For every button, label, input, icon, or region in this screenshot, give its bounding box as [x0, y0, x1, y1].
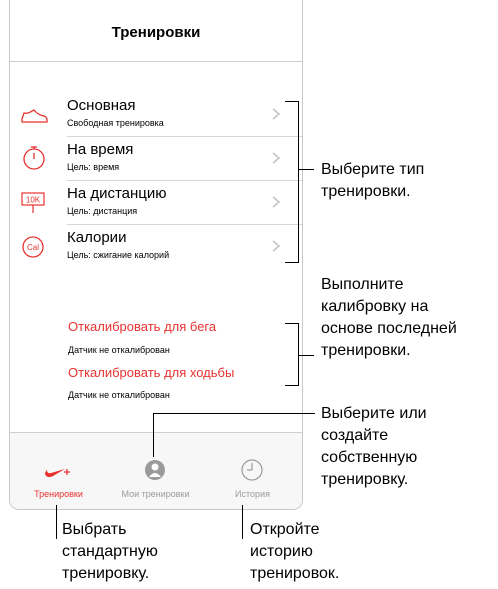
callout-line	[285, 323, 298, 324]
callout-line	[153, 413, 315, 414]
callout-line	[285, 385, 298, 386]
nav-bar: Тренировки	[10, 0, 302, 62]
history-clock-icon	[241, 459, 263, 481]
workout-subtitle: Свободная тренировка	[67, 118, 164, 128]
workout-row-calories[interactable]: Cal Калории Цель: сжигание калорий	[10, 225, 302, 268]
workout-title: Основная	[67, 97, 136, 114]
callout-line	[153, 413, 154, 457]
callout-line	[298, 169, 314, 170]
workout-subtitle: Цель: время	[67, 162, 120, 172]
tab-label: Тренировки	[34, 489, 83, 499]
shoe-icon	[21, 109, 48, 123]
annotation-choose-type: Выберите тип тренировки.	[321, 161, 425, 200]
svg-text:10K: 10K	[26, 196, 41, 205]
annotation-history: Откройте историю тренировок.	[250, 521, 340, 582]
page-title: Тренировки	[111, 24, 201, 41]
calibrate-run-link[interactable]: Откалибровать для бега	[68, 319, 216, 334]
svg-text:Cal: Cal	[27, 243, 39, 252]
tab-label: Мои тренировки	[121, 489, 190, 499]
annotation-calibrate: Выполните калибровку на основе последней…	[321, 276, 457, 359]
chevron-right-icon	[272, 240, 281, 252]
callout-line	[56, 505, 57, 539]
tab-history[interactable]: История	[204, 433, 301, 509]
calibration-status: Датчик не откалиброван	[68, 345, 170, 355]
chevron-right-icon	[272, 108, 281, 120]
workout-row-distance[interactable]: 10K На дистанцию Цель: дистанция	[10, 181, 302, 224]
workout-title: Калории	[67, 229, 127, 246]
distance-10k-icon: 10K	[21, 192, 45, 213]
callout-line	[285, 101, 298, 102]
calibration-status: Датчик не откалиброван	[68, 390, 170, 400]
workout-title: На время	[67, 141, 134, 158]
chevron-right-icon	[272, 152, 281, 164]
callout-line	[285, 262, 298, 263]
calibrate-walk-link[interactable]: Откалибровать для ходьбы	[68, 365, 234, 380]
workout-subtitle: Цель: сжигание калорий	[67, 250, 170, 260]
callout-line	[298, 355, 314, 356]
calories-icon: Cal	[22, 236, 44, 258]
workout-title: На дистанцию	[67, 185, 167, 202]
workout-row-time[interactable]: На время Цель: время	[10, 137, 302, 180]
workout-row-basic[interactable]: Основная Свободная тренировка	[10, 93, 302, 136]
stopwatch-icon	[23, 146, 45, 170]
tab-label: История	[235, 489, 270, 499]
phone-screen: Тренировки Основная Свободная тренировка…	[9, 0, 303, 510]
callout-line	[242, 505, 243, 539]
workout-subtitle: Цель: дистанция	[67, 206, 138, 216]
callout-line	[298, 101, 299, 263]
annotation-choose-create: Выберите или создайте собственную тренир…	[321, 405, 427, 488]
tab-my-workouts[interactable]: Мои тренировки	[107, 433, 204, 509]
nike-plus-icon	[45, 469, 70, 478]
tab-workouts[interactable]: Тренировки	[10, 433, 107, 509]
my-workouts-icon	[145, 460, 165, 480]
chevron-right-icon	[272, 196, 281, 208]
tab-bar: Тренировки Мои тренировки История	[10, 432, 302, 509]
annotation-standard: Выбрать стандартную тренировку.	[62, 521, 158, 582]
